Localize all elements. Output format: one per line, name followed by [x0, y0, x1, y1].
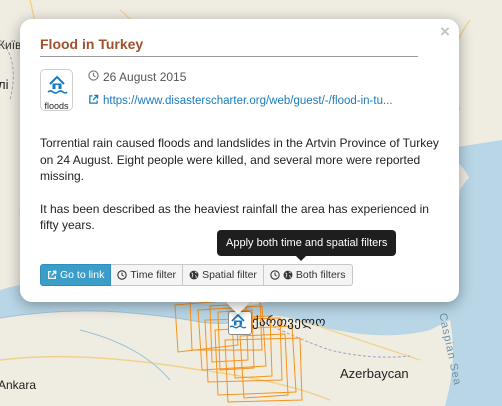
description-paragraph: It has been described as the heaviest ra…: [40, 201, 429, 233]
map-label-azerbaijan: Azerbaycan: [340, 366, 409, 381]
event-popup: × Flood in Turkey floods 26 August 2015: [20, 19, 459, 302]
event-link-row: https://www.disasterscharter.org/web/gue…: [88, 94, 393, 108]
both-filters-tooltip: Apply both time and spatial filters: [217, 230, 397, 261]
map-label-partial-2: l: [0, 345, 1, 359]
event-date: 26 August 2015: [88, 70, 186, 84]
spatial-filter-label: Spatial filter: [202, 269, 257, 281]
clock-icon: [270, 270, 280, 280]
flood-marker[interactable]: [228, 311, 252, 335]
clock-icon: [117, 270, 128, 280]
external-link-icon: [47, 270, 57, 280]
event-description: Torrential rain caused floods and landsl…: [40, 135, 444, 234]
event-link[interactable]: https://www.disasterscharter.org/web/gue…: [103, 95, 393, 107]
map-label-georgia: ქართველო: [252, 314, 326, 329]
both-filters-button[interactable]: Both filters: [263, 264, 353, 286]
disaster-type-badge: floods: [40, 69, 73, 111]
go-to-link-label: Go to link: [60, 269, 105, 281]
time-filter-label: Time filter: [130, 269, 177, 281]
time-filter-button[interactable]: Time filter: [111, 264, 184, 286]
date-text: 26 August 2015: [103, 70, 187, 84]
map-label-partial: лі: [0, 77, 9, 92]
map-label-kiev: Київ: [0, 38, 22, 52]
both-filters-label: Both filters: [295, 269, 346, 281]
map-label-ankara: Ankara: [0, 378, 37, 392]
flood-house-icon: [46, 73, 68, 100]
go-to-link-button[interactable]: Go to link: [40, 264, 112, 286]
close-icon[interactable]: ×: [440, 23, 450, 40]
globe-icon: [189, 270, 199, 280]
popup-actions: Go to link Time filter Spatial filter Bo…: [40, 264, 353, 286]
spatial-filter-button[interactable]: Spatial filter: [183, 264, 264, 286]
clock-icon: [88, 70, 99, 84]
flood-house-icon: [229, 313, 247, 329]
popup-title: Flood in Turkey: [40, 36, 418, 57]
external-link-icon: [88, 94, 99, 108]
badge-label: floods: [44, 101, 69, 111]
description-paragraph: Torrential rain caused floods and landsl…: [40, 136, 439, 183]
globe-icon: [283, 270, 293, 280]
